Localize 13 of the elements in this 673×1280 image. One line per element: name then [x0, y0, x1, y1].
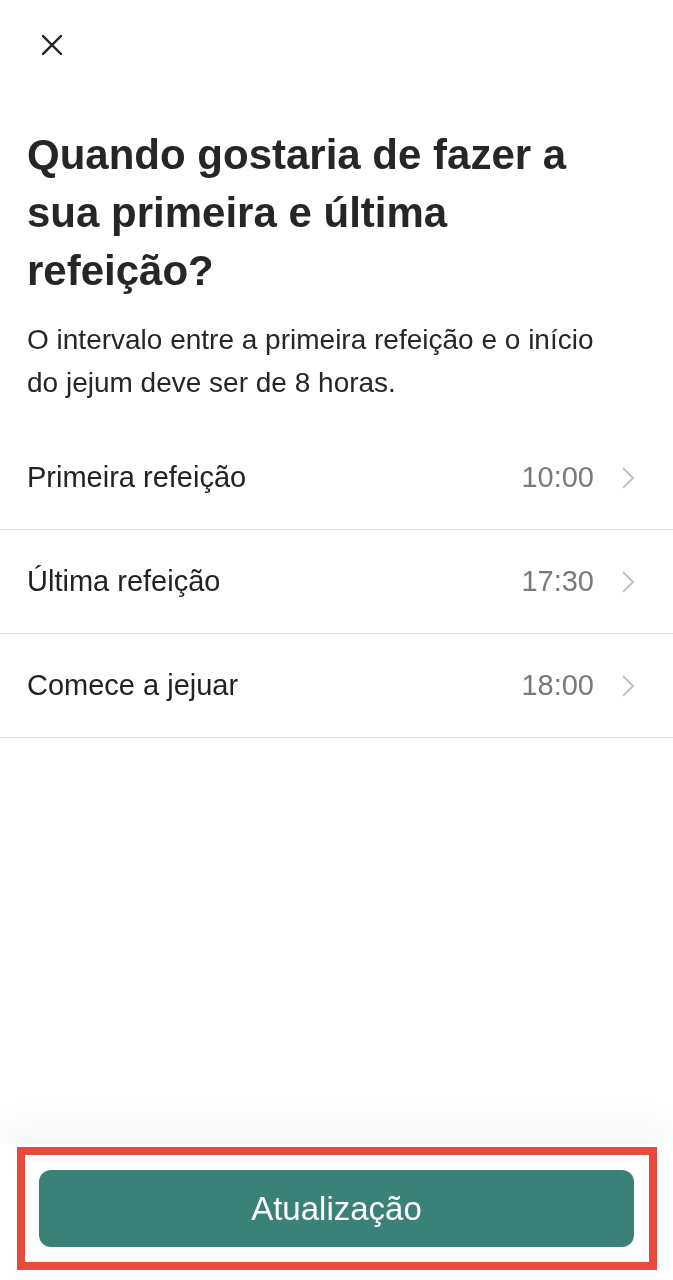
time-value: 10:00 [521, 459, 594, 495]
setting-label: Primeira refeição [27, 459, 247, 495]
close-icon [42, 35, 62, 55]
setting-label: Comece a jejuar [27, 667, 239, 703]
update-button[interactable]: Atualização [39, 1170, 634, 1247]
chevron-right-icon [622, 570, 634, 593]
page-title: Quando gostaria de fazer a sua primeira e última refeição? [27, 130, 568, 296]
chevron-right-icon [622, 466, 634, 489]
setting-label: Última refeição [27, 563, 221, 599]
chevron-right-icon [622, 674, 634, 697]
description-text: O intervalo entre a primeira refeição e o início do jejum deve ser de 8 horas. [27, 323, 595, 400]
time-value: 17:30 [521, 563, 594, 599]
time-value: 18:00 [521, 667, 594, 703]
